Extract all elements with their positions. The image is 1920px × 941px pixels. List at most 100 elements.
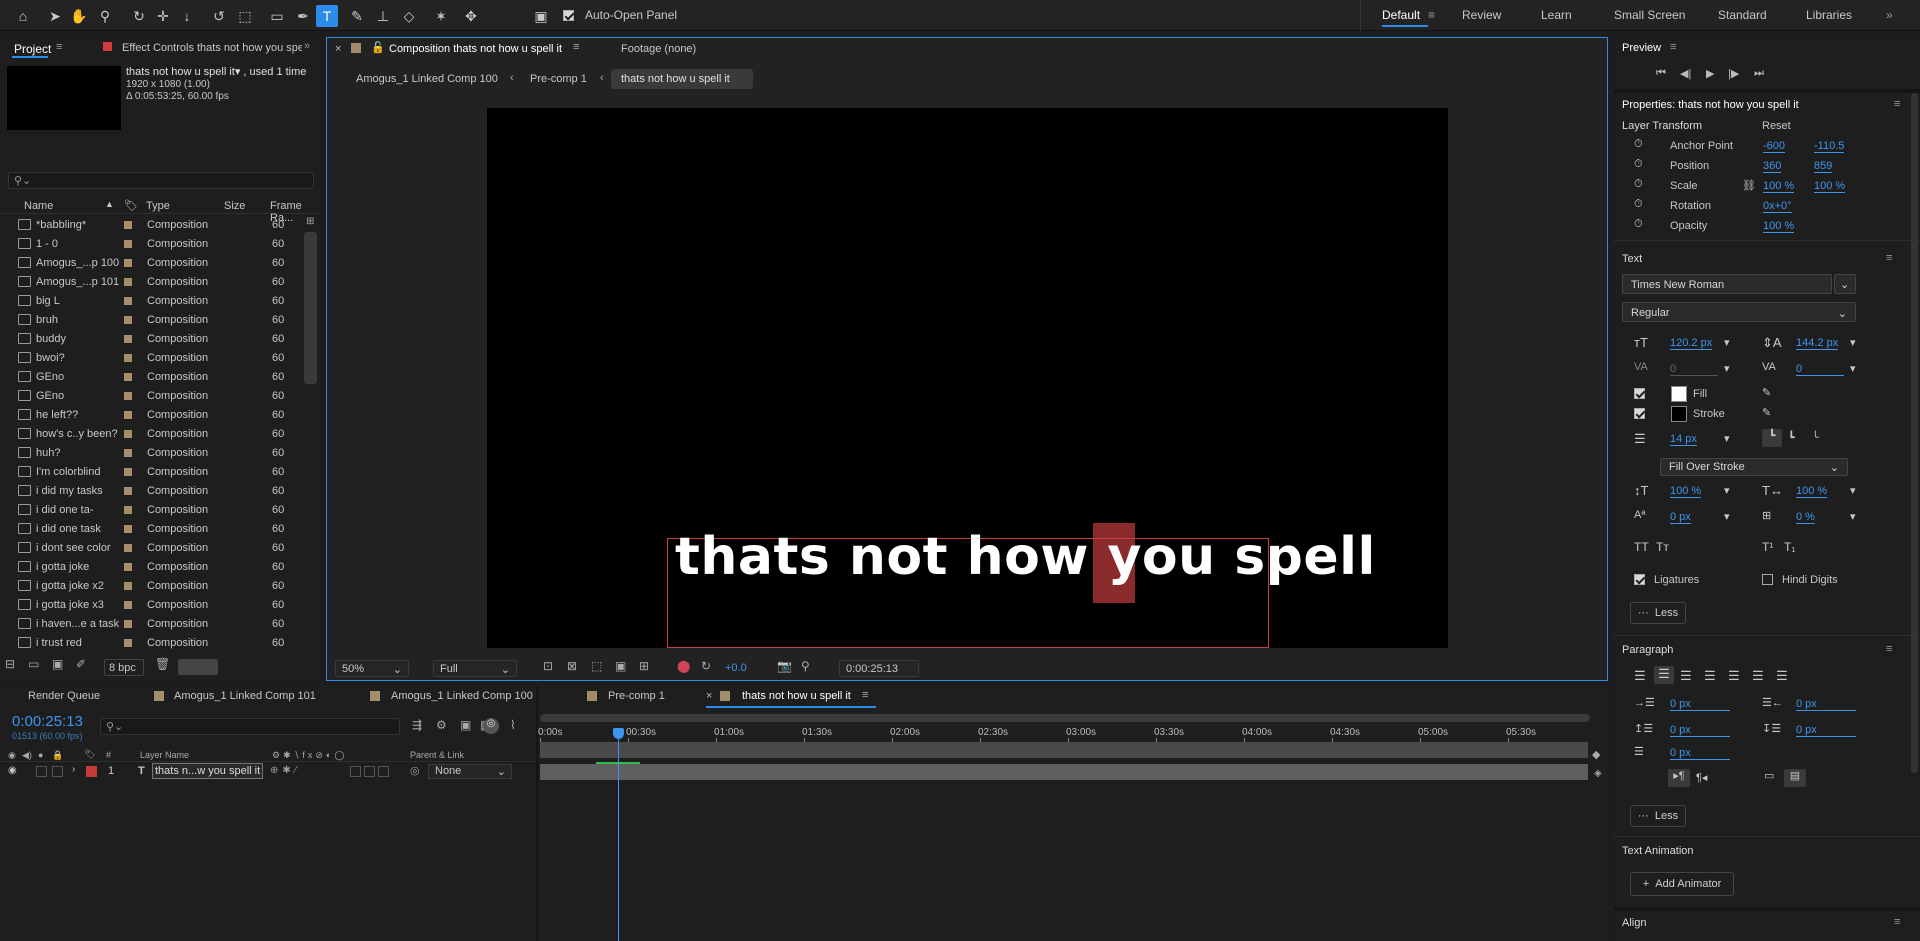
label-swatch[interactable] <box>124 449 132 457</box>
switch-slot[interactable] <box>350 766 361 777</box>
col-type[interactable]: Type <box>146 200 170 212</box>
next-frame-icon[interactable]: |▶ <box>1728 67 1739 80</box>
region-of-interest-icon[interactable]: ⬚ <box>591 659 602 673</box>
tab-effect-controls[interactable]: Effect Controls thats not how you spe <box>122 42 302 54</box>
label-swatch[interactable] <box>124 316 132 324</box>
list-item[interactable]: how's c..y been? Composition 60 <box>16 425 316 444</box>
fast-previews-icon[interactable]: ⊡ <box>543 659 553 673</box>
stroke-color-swatch[interactable] <box>1671 406 1687 422</box>
eyedropper-icon[interactable]: ✎ <box>1762 386 1771 399</box>
color-depth-slot[interactable] <box>178 659 218 675</box>
current-time-field[interactable]: 0:00:25:13 <box>839 660 919 677</box>
zoom-tool-icon[interactable]: ⚲ <box>94 5 116 27</box>
close-icon[interactable]: × <box>706 690 712 702</box>
first-line-value[interactable]: 0 px <box>1670 747 1730 760</box>
breadcrumb-1[interactable]: Amogus_1 Linked Comp 100 <box>356 73 498 85</box>
list-item[interactable]: i did one ta- Composition 60 <box>16 501 316 520</box>
label-swatch[interactable] <box>124 525 132 533</box>
new-folder-icon[interactable]: ▭ <box>28 657 39 671</box>
label-swatch[interactable] <box>124 354 132 362</box>
rtl-direction-icon[interactable]: ¶◂ <box>1696 771 1707 784</box>
exposure-value[interactable]: +0.0 <box>725 662 747 674</box>
tab-linked-comp-101[interactable]: Amogus_1 Linked Comp 101 <box>174 690 316 702</box>
label-swatch[interactable] <box>124 297 132 305</box>
eraser-tool-icon[interactable]: ◇ <box>398 5 420 27</box>
dolly-tool-icon[interactable]: ↓ <box>176 5 198 27</box>
lock-toggle[interactable] <box>52 766 63 777</box>
round-join-icon[interactable]: ┗ <box>1788 431 1795 444</box>
interpret-footage-icon[interactable]: ⊟ <box>5 657 15 671</box>
layer-row[interactable]: ◉ › 1 T thats n...w you spell it ⊕✱∕ ◎ N… <box>0 763 536 780</box>
chevron-down-icon[interactable]: ▾ <box>1850 484 1856 497</box>
list-item[interactable]: Amogus_...p 101 Composition 60 <box>16 273 316 292</box>
list-item[interactable]: bruh Composition 60 <box>16 311 316 330</box>
delete-icon[interactable]: 🗑 <box>155 657 170 671</box>
parent-select[interactable]: None ⌄ <box>428 764 512 779</box>
solo-icon[interactable]: ● <box>38 750 43 760</box>
clone-stamp-tool-icon[interactable]: ⊥ <box>372 5 394 27</box>
workspace-learn[interactable]: Learn <box>1541 8 1572 22</box>
stopwatch-icon[interactable]: ⏱ <box>1634 158 1643 171</box>
list-item[interactable]: i haven...e a task Composition 60 <box>16 615 316 634</box>
label-swatch[interactable] <box>124 620 132 628</box>
search-input[interactable]: ⚲⌄ <box>8 172 314 189</box>
comp-canvas[interactable]: thats not how you spell <box>487 108 1448 648</box>
bevel-join-icon[interactable]: ╰ <box>1812 431 1819 444</box>
opacity-value[interactable]: 100 % <box>1763 220 1795 233</box>
anchor-y[interactable]: -110.5 <box>1814 140 1845 153</box>
chevron-down-icon[interactable]: ▾ <box>1724 362 1730 375</box>
superscript-icon[interactable]: T¹ <box>1762 540 1773 554</box>
lock-icon[interactable]: 🔓 <box>371 41 385 54</box>
label-swatch[interactable] <box>124 601 132 609</box>
hindi-digits-checkbox[interactable] <box>1762 574 1773 585</box>
play-icon[interactable]: ▶ <box>1706 67 1714 80</box>
small-caps-icon[interactable]: Tт <box>1656 540 1669 554</box>
reset-button[interactable]: Reset <box>1762 120 1791 132</box>
list-item[interactable]: 1 - 0 Composition 60 <box>16 235 316 254</box>
breadcrumb-3[interactable]: thats not how u spell it <box>611 69 753 89</box>
solo-toggle[interactable] <box>36 766 47 777</box>
link-icon[interactable]: ⛓ <box>1742 179 1756 192</box>
stroke-width-value[interactable]: 14 px <box>1670 433 1697 446</box>
tab-composition[interactable]: Composition thats not how u spell it <box>389 43 562 55</box>
prev-frame-icon[interactable]: ◀| <box>1680 67 1691 80</box>
anchor-x[interactable]: -600 <box>1763 140 1786 153</box>
comp-menu-icon[interactable]: ≡ <box>573 41 579 53</box>
font-style-select[interactable]: Regular ⌄ <box>1622 302 1856 322</box>
label-swatch[interactable] <box>124 392 132 400</box>
workspace-standard[interactable]: Standard <box>1718 8 1767 22</box>
chevron-down-icon[interactable]: ⌄ <box>1834 274 1856 294</box>
rotate-tool-icon[interactable]: ↺ <box>208 5 230 27</box>
label-swatch[interactable] <box>124 544 132 552</box>
indent-right-value[interactable]: 0 px <box>1796 698 1856 711</box>
layer-duration-bar[interactable] <box>540 764 1588 780</box>
show-snapshot-icon[interactable]: ⚲ <box>801 659 810 673</box>
align-left-icon[interactable]: ☰ <box>1634 668 1646 684</box>
list-item[interactable]: I'm colorblind Composition 60 <box>16 463 316 482</box>
channels-icon[interactable]: ⬤ <box>677 659 690 673</box>
preview-menu-icon[interactable]: ≡ <box>1670 41 1676 53</box>
col-parent[interactable]: Parent & Link <box>410 750 464 760</box>
bpc-button[interactable]: 8 bpc <box>104 659 144 676</box>
properties-scrollbar[interactable] <box>1911 93 1918 773</box>
list-item[interactable]: buddy Composition 60 <box>16 330 316 349</box>
label-swatch[interactable] <box>124 221 132 229</box>
list-item[interactable]: big L Composition 60 <box>16 292 316 311</box>
label-swatch[interactable] <box>124 373 132 381</box>
tab-footage[interactable]: Footage (none) <box>621 43 696 55</box>
subscript-icon[interactable]: T₁ <box>1784 540 1795 554</box>
list-item[interactable]: i gotta joke x2 Composition 60 <box>16 577 316 596</box>
type-tool-icon[interactable]: T <box>316 5 338 27</box>
properties-menu-icon[interactable]: ≡ <box>1894 98 1900 110</box>
draft-3d-icon[interactable]: ⚙ <box>436 718 447 732</box>
add-animator-button[interactable]: + Add Animator <box>1630 872 1734 896</box>
workspace-small-screen[interactable]: Small Screen <box>1614 8 1685 22</box>
leading-value[interactable]: 144.2 px <box>1796 337 1839 350</box>
new-comp-icon[interactable]: ▣ <box>52 657 63 671</box>
motion-blur-icon[interactable]: ◎ <box>483 718 499 734</box>
tab-active-comp[interactable]: thats not how u spell it <box>742 690 851 702</box>
tab-project[interactable]: Project <box>14 42 51 56</box>
playhead-handle[interactable] <box>613 728 624 739</box>
list-item[interactable]: *babbling* Composition 60 <box>16 216 316 235</box>
list-item[interactable]: Amogus_...p 100 Composition 60 <box>16 254 316 273</box>
